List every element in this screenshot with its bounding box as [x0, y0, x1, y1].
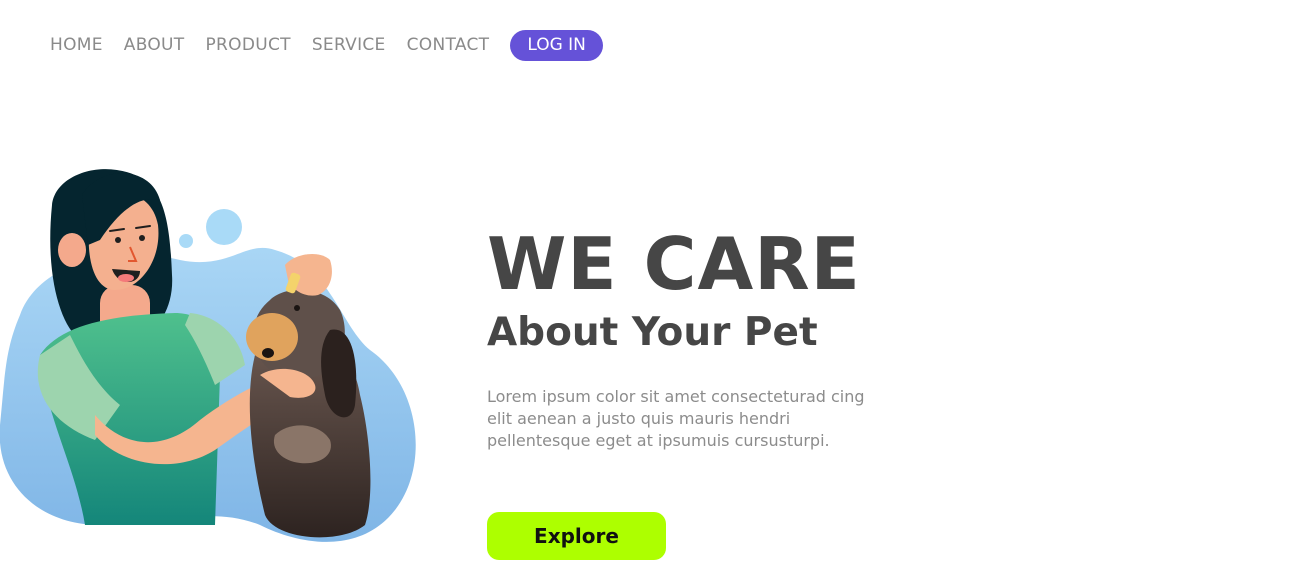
hero-section: WE CARE About Your Pet Lorem ipsum color… — [487, 222, 907, 452]
bubble-small — [179, 234, 193, 248]
landing-page: HOME ABOUT PRODUCT SERVICE CONTACT LOG I… — [0, 0, 1315, 575]
login-button[interactable]: LOG IN — [510, 30, 603, 61]
hero-subtitle: About Your Pet — [487, 310, 818, 355]
nav-product-link[interactable]: PRODUCT — [205, 30, 290, 61]
top-nav: HOME ABOUT PRODUCT SERVICE CONTACT LOG I… — [50, 30, 603, 61]
nav-service-link[interactable]: SERVICE — [312, 30, 386, 61]
hero-description: Lorem ipsum color sit amet consecteturad… — [487, 387, 865, 450]
woman-with-dog-illustration — [0, 169, 416, 542]
explore-button[interactable]: Explore — [487, 512, 666, 560]
nav-contact-link[interactable]: CONTACT — [407, 30, 490, 61]
nav-about-link[interactable]: ABOUT — [124, 30, 185, 61]
bubble-large — [206, 209, 242, 245]
hero-title: WE CARE — [487, 222, 861, 306]
nav-home-link[interactable]: HOME — [50, 30, 103, 61]
